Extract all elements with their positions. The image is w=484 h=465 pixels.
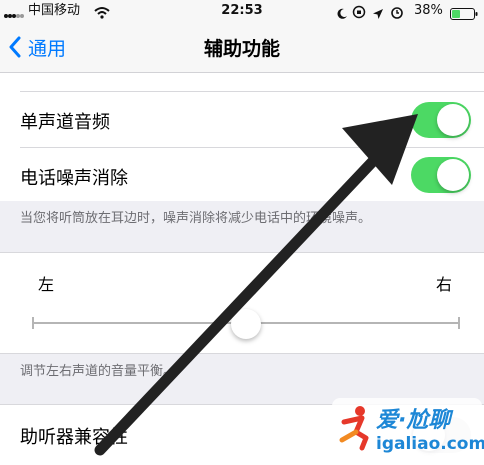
clipped-row-value — [415, 73, 461, 81]
watermark-logo: 爱·尬聊 igaliao.com — [332, 398, 484, 462]
alarm-icon — [390, 4, 404, 23]
mono-audio-toggle[interactable] — [411, 102, 471, 138]
balance-slider[interactable] — [32, 309, 460, 339]
balance-left-label: 左 — [38, 275, 55, 294]
balance-note: 调节左右声道的音量平衡。 — [20, 364, 177, 379]
battery-percent: 38% — [414, 3, 443, 18]
nav-bar: 通用 辅助功能 — [0, 22, 484, 73]
slider-thumb[interactable] — [231, 309, 261, 339]
balance-right-label: 右 — [436, 275, 453, 294]
slider-tick-right — [458, 317, 460, 329]
status-bar: 中国移动 22:53 38% — [0, 0, 484, 22]
toggle-knob — [437, 104, 469, 136]
row-mono-audio[interactable]: 单声道音频 — [0, 92, 484, 147]
hearing-aid-label: 助听器兼容性 — [20, 427, 128, 448]
row-phone-noise-cancellation[interactable]: 电话噪声消除 — [0, 148, 484, 201]
slider-tick-left — [32, 317, 34, 329]
audio-settings-group: 单声道音频 电话噪声消除 — [0, 91, 484, 201]
watermark-text: 爱·尬聊 — [376, 408, 451, 433]
clock: 22:53 — [221, 3, 263, 18]
rotation-lock-icon — [352, 4, 366, 23]
watermark-domain: igaliao.com — [376, 434, 484, 454]
balance-group: 左 右 — [0, 252, 484, 354]
toggle-knob — [437, 159, 469, 191]
runner-icon — [336, 404, 374, 456]
page-title: 辅助功能 — [203, 38, 280, 60]
mono-audio-label: 单声道音频 — [20, 112, 110, 133]
phone-noise-toggle[interactable] — [411, 157, 471, 193]
clipped-row — [0, 73, 484, 91]
phone-noise-label: 电话噪声消除 — [20, 168, 128, 189]
noise-cancellation-note: 当您将听筒放在耳边时，噪声消除将减少电话中的环境噪声。 — [20, 211, 372, 226]
clipped-row-label — [20, 73, 180, 85]
